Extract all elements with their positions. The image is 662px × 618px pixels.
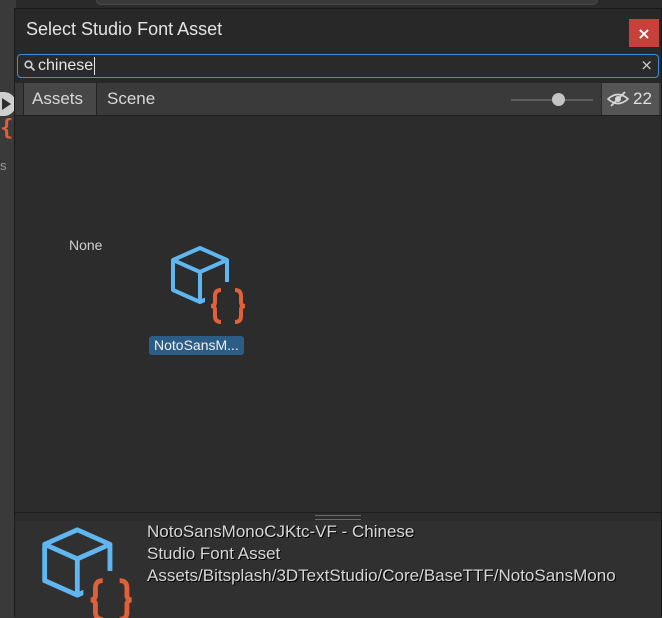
font-asset-icon[interactable]	[165, 244, 251, 330]
tab-bar: Assets Scene 22	[15, 83, 661, 116]
search-field[interactable]: chinese ×	[17, 54, 659, 78]
brace-icon: {	[0, 116, 14, 141]
preview-panel: NotoSansMonoCJKtc-VF - Chinese Studio Fo…	[15, 521, 661, 618]
preview-asset-type: Studio Font Asset	[147, 544, 281, 563]
eye-slash-icon	[607, 91, 629, 107]
hidden-packages-toggle[interactable]: 22	[601, 83, 659, 115]
preview-info: NotoSansMonoCJKtc-VF - Chinese Studio Fo…	[147, 521, 661, 587]
asset-grid: None NotoSansM...	[15, 116, 661, 512]
close-icon: ×	[637, 23, 651, 43]
window-title: Select Studio Font Asset	[26, 19, 223, 39]
search-input[interactable]: chinese	[38, 57, 96, 75]
select-font-asset-window: Select Studio Font Asset × chinese × Ass…	[14, 8, 662, 618]
title-bar[interactable]: Select Studio Font Asset ×	[15, 9, 661, 51]
close-button[interactable]: ×	[629, 19, 659, 47]
preview-asset-path: Assets/Bitsplash/3DTextStudio/Core/BaseT…	[147, 566, 616, 585]
preview-splitter[interactable]	[15, 512, 661, 521]
preview-font-asset-icon	[42, 527, 139, 618]
preview-asset-name: NotoSansMonoCJKtc-VF - Chinese	[147, 522, 415, 541]
background-text-fragment: s	[0, 158, 7, 173]
none-item[interactable]: None	[69, 237, 102, 253]
hidden-count: 22	[633, 89, 652, 108]
search-icon	[24, 60, 36, 72]
clear-search-icon[interactable]: ×	[640, 56, 653, 74]
zoom-slider-handle[interactable]	[552, 93, 566, 106]
asset-item-label[interactable]: NotoSansM...	[149, 336, 244, 355]
tab-scene[interactable]: Scene	[99, 83, 167, 115]
splitter-grip[interactable]	[315, 515, 361, 520]
play-triangle-icon	[2, 98, 11, 110]
background-field	[96, 0, 598, 5]
tab-assets[interactable]: Assets	[23, 83, 97, 115]
